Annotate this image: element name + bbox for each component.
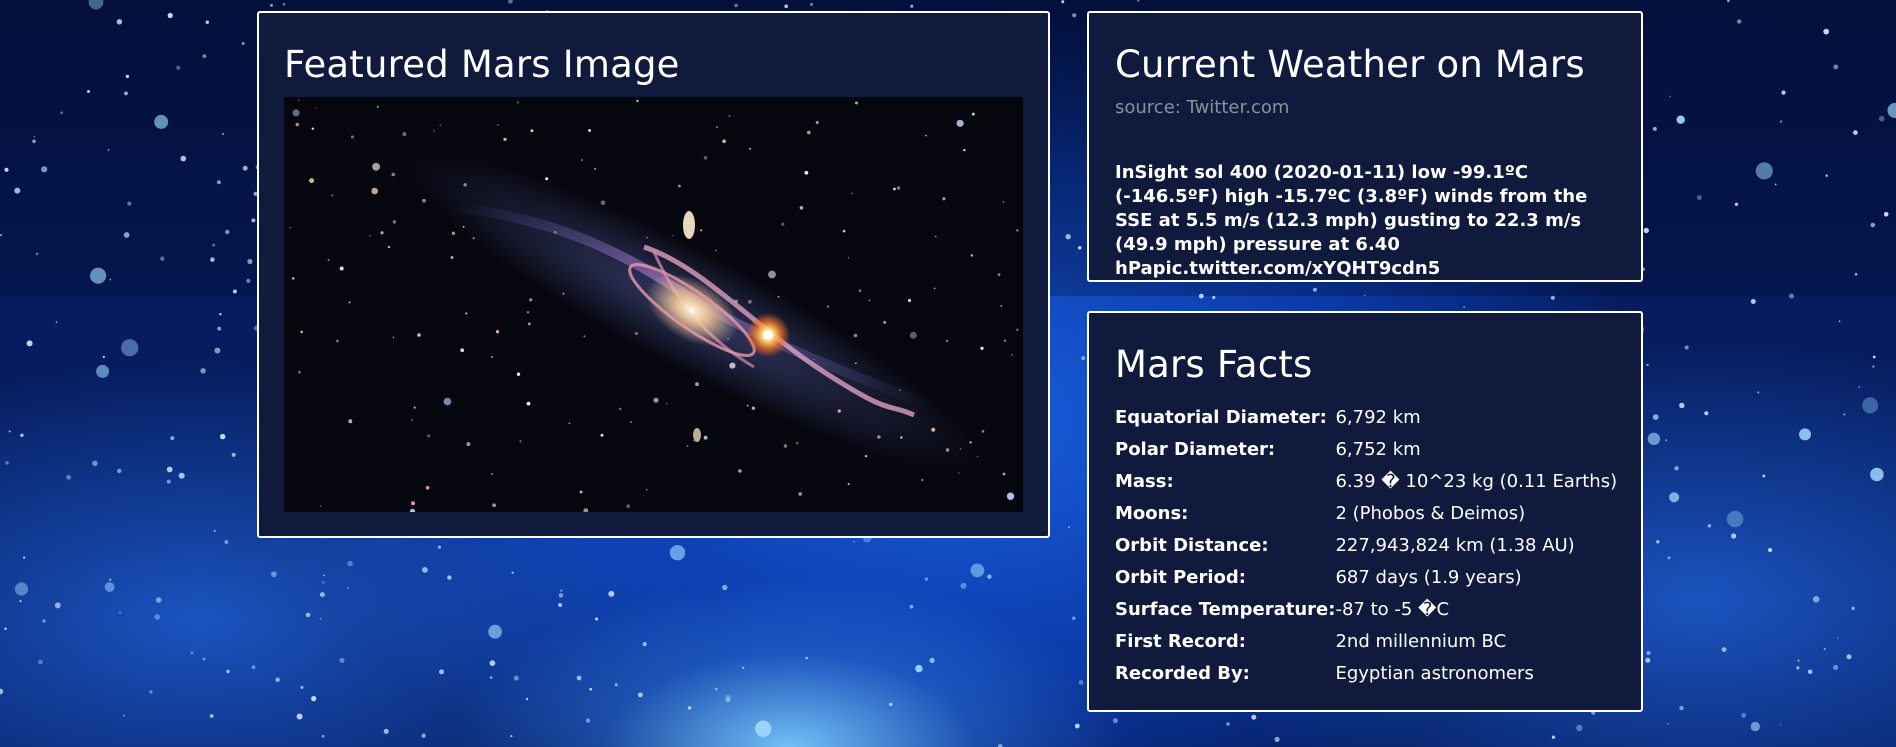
facts-row: Polar Diameter: 6,752 km [1115,433,1617,465]
fact-value: 6,752 km [1335,438,1421,460]
fact-value: 227,943,824 km (1.38 AU) [1335,534,1575,556]
facts-row: Mass: 6.39 � 10^23 kg (0.11 Earths) [1115,465,1617,497]
weather-title: Current Weather on Mars [1115,43,1585,86]
galaxy-image [284,97,1023,512]
facts-row: Equatorial Diameter: 6,792 km [1115,401,1617,433]
weather-source: source: Twitter.com [1115,97,1290,118]
fact-label: Moons: [1115,502,1189,524]
fact-value: 687 days (1.9 years) [1335,566,1522,588]
mars-facts-panel: Mars Facts Equatorial Diameter: 6,792 km … [1087,311,1643,712]
featured-mars-image[interactable] [284,97,1023,512]
mars-facts-table: Equatorial Diameter: 6,792 km Polar Diame… [1115,401,1617,689]
fact-label: Orbit Period: [1115,566,1247,588]
featured-image-panel: Featured Mars Image [257,11,1050,538]
weather-tweet: InSight sol 400 (2020-01-11) low -99.1ºC… [1115,162,1588,279]
fact-label: Polar Diameter: [1115,438,1276,460]
facts-row: Moons: 2 (Phobos & Deimos) [1115,497,1617,529]
facts-row: Recorded By: Egyptian astronomers [1115,657,1617,689]
fact-label: Mass: [1115,470,1174,492]
facts-row: First Record: 2nd millennium BC [1115,625,1617,657]
featured-image-title: Featured Mars Image [284,43,680,86]
facts-row: Orbit Distance: 227,943,824 km (1.38 AU) [1115,529,1617,561]
fact-label: Orbit Distance: [1115,534,1269,556]
fact-value: Egyptian astronomers [1335,662,1534,684]
fact-label: Recorded By: [1115,662,1250,684]
fact-label: First Record: [1115,630,1246,652]
fact-value: 6.39 � 10^23 kg (0.11 Earths) [1335,470,1618,492]
facts-row: Orbit Period: 687 days (1.9 years) [1115,561,1617,593]
mars-facts-title: Mars Facts [1115,343,1313,386]
fact-value: 6,792 km [1335,406,1421,428]
fact-value: 2 (Phobos & Deimos) [1335,502,1526,524]
facts-row: Surface Temperature: -87 to -5 �C [1115,593,1617,625]
fact-value: -87 to -5 �C [1335,598,1450,620]
fact-label: Equatorial Diameter: [1115,406,1327,428]
fact-label: Surface Temperature: [1115,598,1336,620]
weather-panel: Current Weather on Mars source: Twitter.… [1087,11,1643,282]
fact-value: 2nd millennium BC [1335,630,1507,652]
